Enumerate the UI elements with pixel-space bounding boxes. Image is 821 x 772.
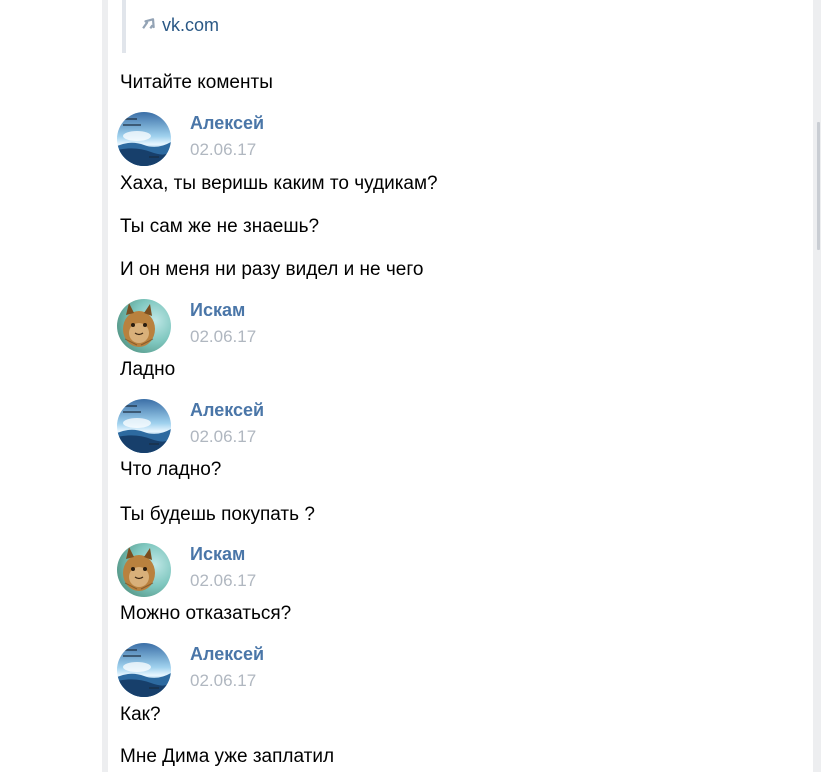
avatar[interactable]: [117, 643, 171, 697]
left-divider: [102, 0, 108, 772]
message-date: 02.06.17: [190, 571, 257, 590]
link-attachment-row[interactable]: vk.com: [142, 13, 219, 37]
avatar[interactable]: [117, 399, 171, 453]
lynx-avatar-icon: [117, 299, 171, 353]
message-date: 02.06.17: [190, 140, 257, 159]
message-text: Как?: [120, 704, 161, 725]
avatar[interactable]: [117, 543, 171, 597]
conversation-screen: vk.com Читайте коменты Алексей 02.06.17 …: [0, 0, 821, 772]
author-name[interactable]: Алексей: [190, 399, 264, 421]
message-text: Мне Дима уже заплатил: [120, 746, 335, 767]
sky-sea-avatar-icon: [117, 399, 171, 453]
message-text: Ладно: [120, 359, 176, 380]
scrollbar-track[interactable]: [813, 0, 821, 772]
message-text: Ты сам же не знаешь?: [120, 216, 320, 237]
intro-text: Читайте коменты: [120, 72, 273, 93]
message-date: 02.06.17: [190, 427, 257, 446]
sky-sea-avatar-icon: [117, 643, 171, 697]
author-name[interactable]: Алексей: [190, 112, 264, 134]
lynx-avatar-icon: [117, 543, 171, 597]
message-text: Можно отказаться?: [120, 603, 292, 624]
external-link-icon: [142, 18, 155, 29]
link-attachment: vk.com: [122, 0, 219, 53]
sky-sea-avatar-icon: [117, 112, 171, 166]
avatar[interactable]: [117, 299, 171, 353]
avatar[interactable]: [117, 112, 171, 166]
message-text: Ты будешь покупать ?: [120, 504, 315, 525]
message-text: Что ладно?: [120, 459, 222, 480]
author-name[interactable]: Искам: [190, 299, 245, 321]
author-name[interactable]: Искам: [190, 543, 245, 565]
message-text: И он меня ни разу видел и не чего: [120, 259, 424, 280]
message-text: Хаха, ты веришь каким то чудикам?: [120, 173, 438, 194]
author-name[interactable]: Алексей: [190, 643, 264, 665]
message-date: 02.06.17: [190, 671, 257, 690]
message-date: 02.06.17: [190, 327, 257, 346]
link-text[interactable]: vk.com: [162, 13, 219, 37]
scrollbar-thumb[interactable]: [817, 122, 820, 250]
